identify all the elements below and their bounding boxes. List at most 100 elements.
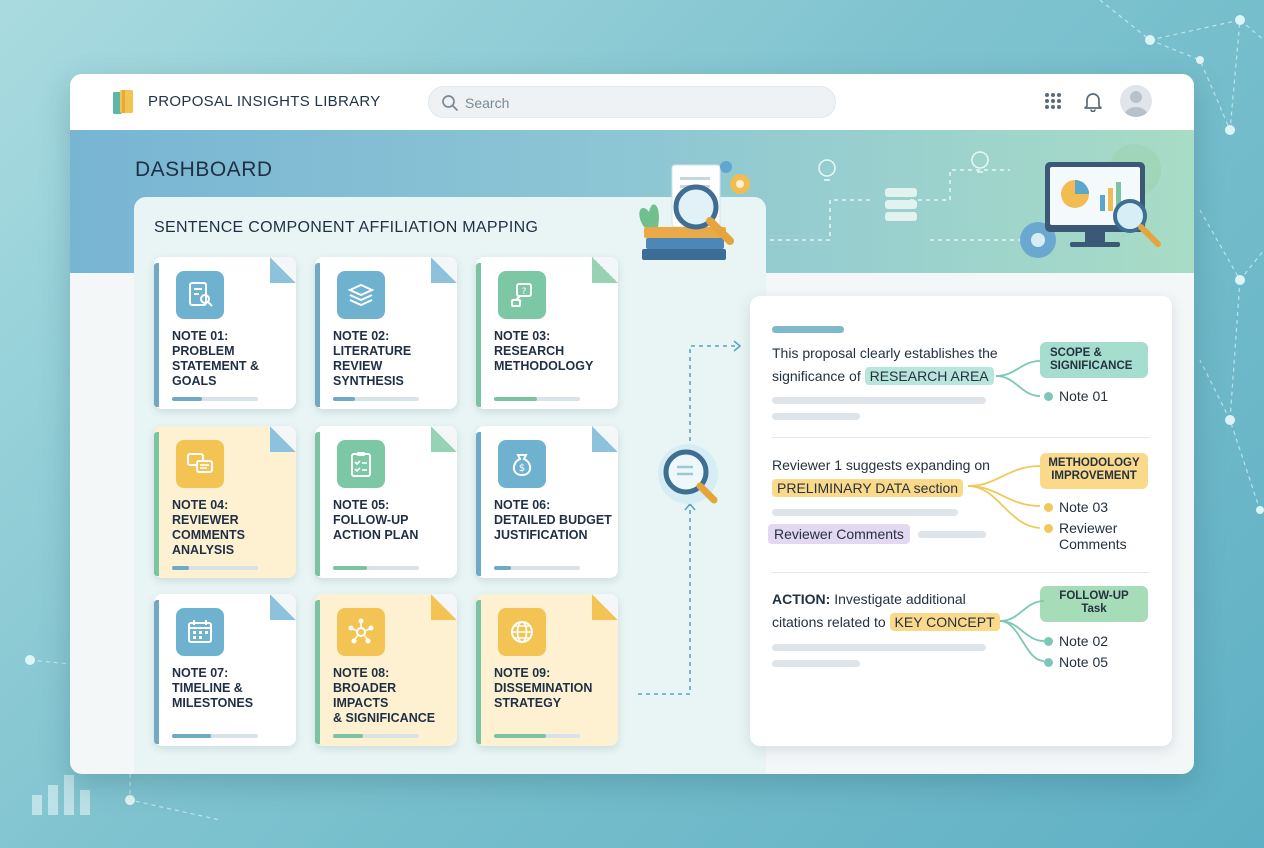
note-card-08[interactable]: NOTE 08: BROADER IMPACTS & SIGNIFICANCE — [315, 594, 457, 746]
document-search-icon — [176, 271, 224, 319]
ref-note-02[interactable]: Note 02 — [1044, 633, 1108, 649]
ref-text: Note 02 — [1059, 633, 1109, 649]
sentence-1: This proposal clearly establishes the si… — [772, 342, 998, 388]
connector-lines — [1000, 600, 1045, 662]
sentence-1-text: significance of — [772, 368, 861, 384]
note-card-07[interactable]: NOTE 07: TIMELINE & MILESTONES — [154, 594, 296, 746]
ref-text: Note 03 — [1059, 499, 1109, 515]
calendar-icon — [176, 608, 224, 656]
money-bag-icon: $ — [498, 440, 546, 488]
grid-icon[interactable] — [1042, 90, 1064, 112]
placeholder-line — [772, 644, 986, 651]
chat-bubbles-icon — [176, 440, 224, 488]
highlight-key-concept[interactable]: KEY CONCEPT — [889, 613, 1000, 631]
note-card-03[interactable]: ? NOTE 03: RESEARCH METHODOLOGY — [476, 257, 618, 409]
tag-methodology-improvement[interactable]: METHODOLOGY IMPROVEMENT — [1040, 453, 1148, 489]
chip-reviewer-comments[interactable]: Reviewer Comments — [768, 524, 910, 544]
sentence-detail-panel: This proposal clearly establishes the si… — [750, 296, 1172, 746]
ref-note-01[interactable]: Note 01 — [1044, 388, 1108, 404]
divider — [772, 572, 1150, 573]
sentence-1-line-2: significance of RESEARCH AREA — [772, 365, 998, 388]
dashboard-title: DASHBOARD — [135, 158, 273, 181]
top-bar: PROPOSAL INSIGHTS LIBRARY — [70, 74, 1194, 130]
tag-text: FOLLOW-UP Task — [1059, 590, 1129, 615]
ref-dot — [1044, 524, 1053, 533]
ref-dot — [1044, 392, 1053, 401]
globe-icon — [498, 608, 546, 656]
note-card-04[interactable]: NOTE 04: REVIEWER COMMENTS ANALYSIS — [154, 426, 296, 578]
sentence-1-line-1: This proposal clearly establishes the — [772, 345, 998, 361]
svg-text:$: $ — [519, 463, 525, 474]
note-progress — [494, 566, 580, 570]
lightbulb-icon — [818, 151, 989, 181]
ref-text: Note 05 — [1059, 654, 1109, 670]
note-label: NOTE 09: DISSEMINATION STRATEGY — [494, 666, 593, 710]
divider — [772, 437, 1150, 438]
library-logo-icon — [113, 90, 133, 114]
magnifier-icon — [658, 444, 718, 504]
app-window: PROPOSAL INSIGHTS LIBRARY Search DASHBOA… — [70, 74, 1194, 774]
ref-dot — [1044, 658, 1053, 667]
tag-scope-significance[interactable]: SCOPE & SIGNIFICANCE — [1040, 342, 1148, 378]
note-progress — [494, 397, 580, 401]
clipboard-icon — [337, 440, 385, 488]
search-input[interactable] — [465, 92, 825, 114]
note-label: NOTE 04: REVIEWER COMMENTS ANALYSIS — [172, 498, 245, 557]
note-progress — [333, 734, 419, 738]
note-card-01[interactable]: NOTE 01: PROBLEM STATEMENT & GOALS — [154, 257, 296, 409]
flowchart-icon: ? — [498, 271, 546, 319]
tag-follow-up-task[interactable]: FOLLOW-UP Task — [1040, 586, 1148, 622]
note-progress — [333, 566, 419, 570]
note-label: NOTE 03: RESEARCH METHODOLOGY — [494, 329, 594, 373]
tag-text: SCOPE & SIGNIFICANCE — [1050, 347, 1133, 372]
user-silhouette-icon — [1124, 91, 1148, 117]
note-card-09[interactable]: NOTE 09: DISSEMINATION STRATEGY — [476, 594, 618, 746]
placeholder-line — [772, 509, 958, 516]
sentence-3-text-b: citations related to — [772, 614, 886, 630]
note-progress — [172, 734, 258, 738]
note-label: NOTE 07: TIMELINE & MILESTONES — [172, 666, 254, 710]
panel-accent-bar — [772, 326, 844, 333]
placeholder-line — [772, 397, 986, 404]
note-card-02[interactable]: NOTE 02: LITERATURE REVIEW SYNTHESIS — [315, 257, 457, 409]
network-icon — [337, 608, 385, 656]
bell-icon[interactable] — [1082, 90, 1104, 112]
note-label: NOTE 06: DETAILED BUDGET JUSTIFICATION — [494, 498, 612, 542]
search-icon — [442, 95, 458, 111]
ref-text: Note 01 — [1059, 388, 1109, 404]
highlight-research-area[interactable]: RESEARCH AREA — [864, 367, 994, 385]
highlight-preliminary-data[interactable]: PRELIMINARY DATA section — [772, 479, 964, 497]
connector-lines — [996, 360, 1041, 397]
ref-note-03[interactable]: Note 03 — [1044, 499, 1108, 515]
sentence-3: ACTION: Investigate additional citations… — [772, 588, 1000, 634]
ref-reviewer-comments[interactable]: Reviewer Comments — [1044, 520, 1127, 552]
ref-text: Reviewer Comments — [1059, 520, 1127, 552]
avatar-icon[interactable] — [1120, 85, 1152, 117]
svg-text:?: ? — [522, 287, 527, 297]
tag-text: METHODOLOGY IMPROVEMENT — [1048, 457, 1140, 482]
connector-lines — [968, 465, 1041, 529]
placeholder-line — [772, 413, 860, 420]
note-label: NOTE 01: PROBLEM STATEMENT & GOALS — [172, 329, 260, 388]
note-label: NOTE 08: BROADER IMPACTS & SIGNIFICANCE — [333, 666, 436, 725]
app-title: PROPOSAL INSIGHTS LIBRARY — [148, 93, 381, 110]
mapping-title: SENTENCE COMPONENT AFFILIATION MAPPING — [154, 219, 539, 236]
note-label: NOTE 02: LITERATURE REVIEW SYNTHESIS — [333, 329, 412, 388]
ref-note-05[interactable]: Note 05 — [1044, 654, 1108, 670]
books-magnifier-illustration — [639, 161, 750, 260]
sentence-3-text-a: Investigate additional — [834, 591, 966, 607]
note-progress — [172, 566, 258, 570]
ref-dot — [1044, 637, 1053, 646]
search-bar[interactable] — [428, 86, 836, 118]
note-card-06[interactable]: $ NOTE 06: DETAILED BUDGET JUSTIFICATION — [476, 426, 618, 578]
ref-dot — [1044, 503, 1053, 512]
mapping-connector — [638, 340, 742, 695]
note-card-05[interactable]: NOTE 05: FOLLOW-UP ACTION PLAN — [315, 426, 457, 578]
note-progress — [172, 397, 258, 401]
note-progress — [494, 734, 580, 738]
placeholder-line — [772, 660, 860, 667]
action-label: ACTION: — [772, 591, 831, 607]
note-label: NOTE 05: FOLLOW-UP ACTION PLAN — [333, 498, 419, 542]
sentence-2: Reviewer 1 suggests expanding on PRELIMI… — [772, 454, 990, 500]
stack-icon — [337, 271, 385, 319]
